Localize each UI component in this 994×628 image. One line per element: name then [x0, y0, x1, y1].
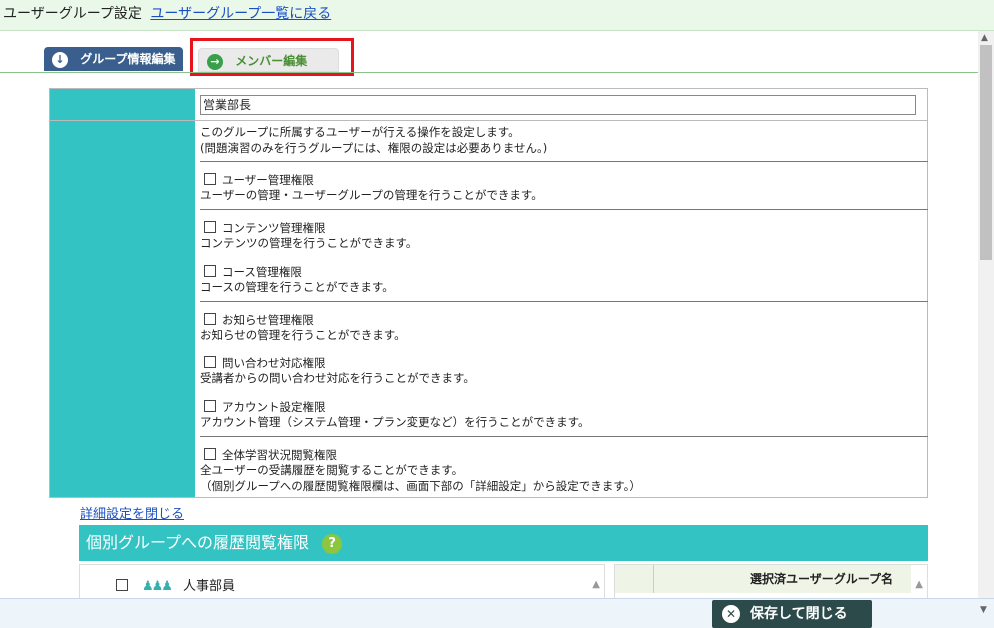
- scrollbar-thumb[interactable]: [980, 45, 992, 260]
- column-header: 選択済ユーザーグループ名: [749, 572, 893, 586]
- tab-group-info-edit[interactable]: ↓ グループ情報編集: [44, 47, 183, 71]
- selected-group-header: 選択済ユーザーグループ名: [615, 565, 911, 593]
- permission-inquiry: 問い合わせ対応権限: [200, 355, 326, 371]
- section-divider: [200, 209, 928, 210]
- course-admin-checkbox[interactable]: [204, 265, 216, 277]
- permission-user-admin: ユーザー管理権限: [200, 172, 314, 188]
- permission-desc: コースの管理を行うことができます。: [200, 280, 394, 294]
- permission-content-admin: コンテンツ管理権限: [200, 220, 326, 236]
- scroll-up-arrow-icon[interactable]: ▲: [981, 33, 988, 43]
- tabs-divider: [0, 72, 978, 73]
- close-circle-icon: ✕: [722, 605, 740, 623]
- permission-course-admin: コース管理権限: [200, 264, 302, 280]
- admin-description-note: (問題演習のみを行うグループには、権限の設定は必要ありません。): [200, 141, 548, 155]
- group-name: 人事部員: [182, 579, 235, 594]
- learning-status-checkbox[interactable]: [204, 448, 216, 460]
- save-and-close-button[interactable]: ✕ 保存して閉じる: [712, 600, 872, 628]
- save-button-label: 保存して閉じる: [750, 606, 848, 622]
- scroll-up-icon[interactable]: ▲: [915, 579, 923, 590]
- permission-label: ユーザー管理権限: [222, 173, 314, 187]
- admin-permissions-label: グループの管理者権限: [806, 128, 921, 142]
- tab-label: グループ情報編集: [80, 52, 176, 66]
- news-admin-checkbox[interactable]: [204, 313, 216, 325]
- admin-description: このグループに所属するユーザーが行える操作を設定します。: [200, 125, 520, 139]
- permission-label: コース管理権限: [222, 265, 302, 279]
- permission-desc: ユーザーの管理・ユーザーグループの管理を行うことができます。: [200, 188, 543, 202]
- content-admin-checkbox[interactable]: [204, 221, 216, 233]
- user-admin-checkbox[interactable]: [204, 173, 216, 185]
- form-label-column: [50, 89, 195, 497]
- group-icon: ♟♟♟: [142, 579, 173, 594]
- permission-desc: 全ユーザーの受講履歴を閲覧することができます。: [200, 463, 464, 477]
- highlight-box: [190, 38, 354, 76]
- permission-desc: 受講者からの問い合わせ対応を行うことができます。: [200, 371, 475, 385]
- list-item[interactable]: ♟♟♟ 人事部員: [112, 575, 235, 594]
- page-title: ユーザーグループ設定: [3, 6, 142, 22]
- permission-learning-status: 全体学習状況閲覧権限: [200, 447, 337, 463]
- permission-desc-note: （個別グループへの履歴閲覧権限欄は、画面下部の「詳細設定」から設定できます。）: [200, 479, 641, 493]
- footer-bar: ✕ 保存して閉じる ▼: [0, 598, 994, 628]
- permission-news-admin: お知らせ管理権限: [200, 312, 314, 328]
- account-settings-checkbox[interactable]: [204, 400, 216, 412]
- header-checkbox-cell: [615, 565, 654, 593]
- section-divider: [200, 161, 928, 162]
- group-checkbox[interactable]: [116, 579, 128, 591]
- selected-group-list: 選択済ユーザーグループ名 ▲: [614, 564, 928, 598]
- permission-label: コンテンツ管理権限: [222, 221, 326, 235]
- permission-desc: アカウント管理（システム管理・プラン変更など）を行うことができます。: [200, 415, 590, 429]
- scroll-up-icon[interactable]: ▲: [592, 579, 600, 590]
- arrow-down-circle-icon: ↓: [52, 51, 68, 68]
- help-icon[interactable]: ?: [322, 533, 343, 554]
- main-content: ↓ グループ情報編集 → メンバー編集 グループ名 グループの管理者権限 営業部…: [0, 31, 978, 598]
- section-divider: [200, 301, 928, 302]
- history-permission-header: 個別グループへの履歴閲覧権限 ?: [79, 525, 928, 561]
- section-title: 個別グループへの履歴閲覧権限: [86, 533, 310, 552]
- permission-label: 問い合わせ対応権限: [222, 356, 326, 370]
- close-detail-settings-link[interactable]: 詳細設定を閉じる: [80, 503, 184, 522]
- header-bar: ユーザーグループ設定 ユーザーグループ一覧に戻る: [0, 0, 994, 31]
- permission-desc: コンテンツの管理を行うことができます。: [200, 236, 418, 250]
- permission-desc: お知らせの管理を行うことができます。: [200, 328, 406, 342]
- available-group-list: ♟♟♟ 人事部員 ▲: [79, 564, 605, 598]
- permission-label: お知らせ管理権限: [222, 313, 314, 327]
- permission-label: アカウント設定権限: [222, 400, 326, 414]
- inquiry-checkbox[interactable]: [204, 356, 216, 368]
- group-settings-form: グループ名 グループの管理者権限 営業部長 このグループに所属するユーザーが行え…: [49, 88, 928, 498]
- permission-account: アカウント設定権限: [200, 399, 326, 415]
- permission-label: 全体学習状況閲覧権限: [222, 448, 337, 462]
- page-scrollbar[interactable]: ▲: [978, 31, 994, 598]
- back-to-group-list-link[interactable]: ユーザーグループ一覧に戻る: [150, 6, 331, 22]
- group-name-input[interactable]: 営業部長: [200, 95, 916, 115]
- scroll-down-arrow-icon[interactable]: ▼: [980, 605, 987, 615]
- section-divider: [200, 436, 928, 437]
- row-divider: [50, 120, 927, 121]
